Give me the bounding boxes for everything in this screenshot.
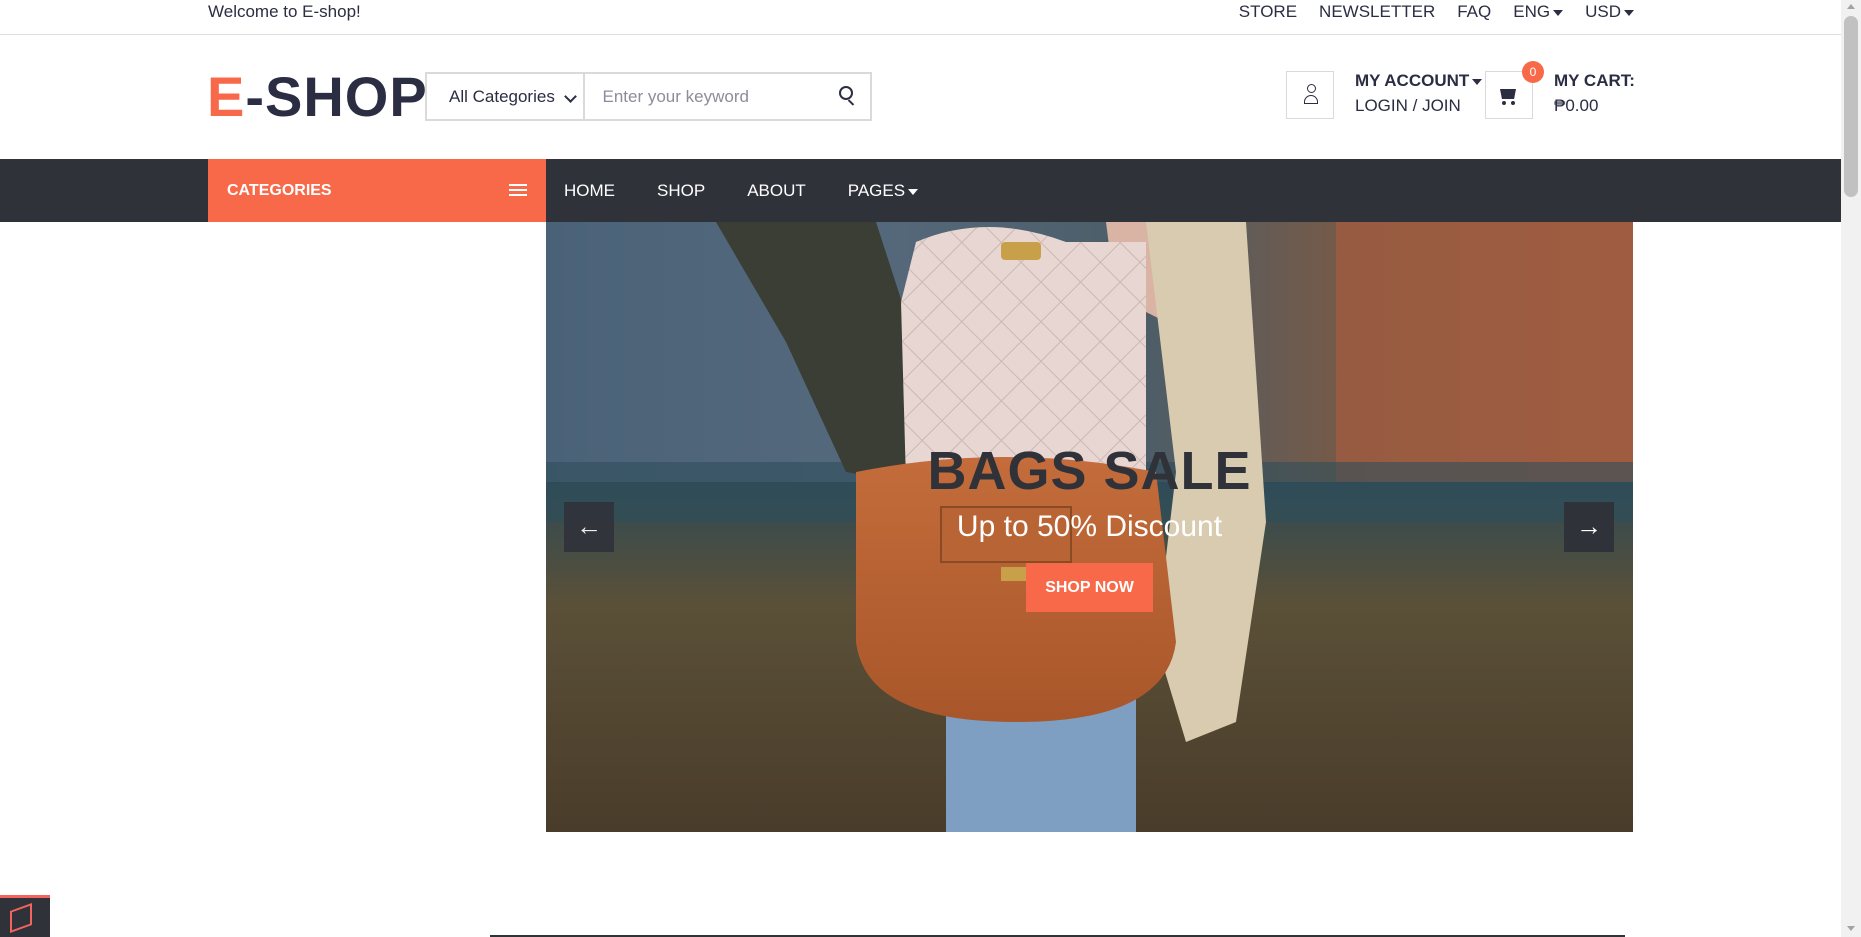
search-icon (839, 86, 854, 100)
search-button[interactable] (825, 74, 870, 119)
scrollbar-thumb[interactable] (1844, 16, 1858, 197)
vertical-scrollbar[interactable] (1841, 0, 1861, 937)
account-icon-button[interactable] (1286, 71, 1334, 119)
logo-accent: E (207, 65, 246, 128)
hero-banner: BAGS SALE Up to 50% Discount SHOP NOW ← … (546, 222, 1633, 832)
caret-down-icon (1472, 78, 1483, 85)
nav-shop[interactable]: SHOP (657, 159, 705, 222)
language-label: ENG (1513, 2, 1551, 21)
my-account-label: MY ACCOUNT (1355, 71, 1470, 90)
account-menu[interactable]: MY ACCOUNT LOGIN / JOIN (1355, 68, 1483, 118)
cart-icon-wheels (1502, 101, 1516, 105)
cart-summary[interactable]: MY CART: ₱0.00 (1554, 68, 1635, 118)
main-navigation: CATEGORIES HOME SHOP ABOUT PAGES (0, 159, 1841, 222)
login-join-link[interactable]: LOGIN / JOIN (1355, 93, 1482, 118)
nav-pages[interactable]: PAGES (847, 159, 919, 222)
categories-toggle[interactable]: CATEGORIES (208, 159, 546, 222)
scroll-down-icon[interactable] (1847, 926, 1855, 931)
language-dropdown[interactable]: ENG (1513, 0, 1564, 24)
caret-down-icon (908, 188, 919, 195)
faq-link[interactable]: FAQ (1457, 0, 1491, 24)
logo-rest: -SHOP (245, 65, 428, 128)
newsletter-link[interactable]: NEWSLETTER (1319, 0, 1435, 24)
cart-count-badge: 0 (1522, 61, 1544, 83)
slider-prev-button[interactable]: ← (564, 502, 614, 552)
nav-menu: HOME SHOP ABOUT PAGES (564, 159, 960, 222)
search-input[interactable] (585, 74, 826, 119)
caret-down-icon (1553, 9, 1564, 16)
banner-title: BAGS SALE (927, 441, 1252, 501)
nav-pages-label: PAGES (847, 181, 906, 200)
search-bar: All Categories (425, 72, 872, 121)
category-select[interactable]: All Categories (427, 74, 586, 119)
debugbar-toggle[interactable] (0, 895, 50, 937)
banner-subtitle: Up to 50% Discount (956, 510, 1223, 543)
slider-next-button[interactable]: → (1564, 502, 1614, 552)
welcome-text: Welcome to E-shop! (208, 2, 361, 21)
shop-now-button[interactable]: SHOP NOW (1026, 563, 1153, 612)
user-icon (1304, 84, 1318, 106)
category-select-value: All Categories (449, 87, 555, 106)
top-links: STORE NEWSLETTER FAQ ENG USD (1239, 0, 1634, 24)
categories-label: CATEGORIES (227, 182, 332, 199)
cart-icon (1500, 89, 1516, 99)
store-link[interactable]: STORE (1239, 0, 1297, 24)
list-icon (509, 184, 527, 197)
currency-dropdown[interactable]: USD (1585, 0, 1634, 24)
caret-down-icon (1624, 9, 1634, 16)
logo[interactable]: E-SHOP (207, 67, 428, 127)
nav-home[interactable]: HOME (564, 159, 615, 222)
my-account-dropdown[interactable]: MY ACCOUNT (1355, 68, 1483, 93)
my-cart-label: MY CART: (1554, 71, 1635, 90)
chevron-down-icon (564, 90, 578, 103)
search-icon-handle (848, 99, 855, 106)
currency-label: USD (1585, 2, 1621, 21)
top-header: Welcome to E-shop! STORE NEWSLETTER FAQ … (0, 0, 1841, 35)
laravel-icon (10, 902, 32, 934)
scroll-up-icon[interactable] (1847, 4, 1855, 9)
nav-about[interactable]: ABOUT (747, 159, 806, 222)
page: Welcome to E-shop! STORE NEWSLETTER FAQ … (0, 0, 1841, 937)
cart-total: ₱0.00 (1554, 96, 1599, 115)
